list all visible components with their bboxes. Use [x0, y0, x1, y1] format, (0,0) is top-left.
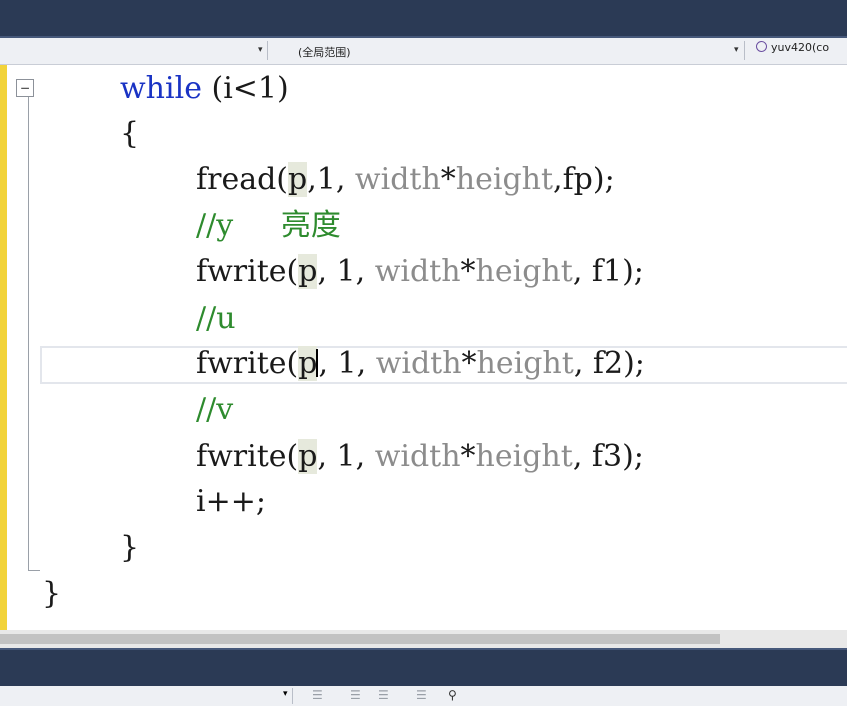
code-token: height — [475, 254, 573, 289]
code-token: fwrite( — [196, 439, 299, 474]
dropdown-arrow-icon: ▾ — [258, 45, 263, 55]
toolbar-button-icon[interactable]: ☰ — [378, 688, 389, 702]
code-token: * — [460, 439, 476, 474]
word-wrap-icon[interactable]: ⚲ — [448, 688, 457, 702]
output-source-dropdown[interactable]: ▾ — [0, 688, 293, 704]
code-token: fwrite( — [196, 254, 299, 289]
code-line[interactable]: { — [120, 114, 139, 154]
code-line[interactable]: fwrite(p, 1, width*height, f1); — [196, 252, 644, 292]
code-line[interactable]: i++; — [196, 482, 266, 522]
code-token: //y 亮度 — [196, 208, 341, 243]
code-token: height — [475, 439, 573, 474]
code-line[interactable]: //y 亮度 — [196, 206, 341, 246]
collapse-minus-icon[interactable]: − — [16, 79, 34, 97]
code-token: ,1, — [307, 162, 355, 197]
scope-dropdown-value: (全局范围) — [298, 46, 351, 59]
member-dropdown[interactable]: yuv420(co — [752, 41, 847, 60]
code-token: width — [354, 162, 441, 197]
code-token: p — [298, 254, 318, 289]
code-token: } — [42, 576, 62, 611]
member-dropdown-value: yuv420(co — [771, 41, 830, 54]
code-token: , f3); — [572, 439, 644, 474]
dropdown-arrow-icon: ▾ — [283, 689, 288, 699]
toolbar-button-icon[interactable]: ☰ — [350, 688, 361, 702]
code-line[interactable]: //u — [196, 299, 236, 339]
title-bar — [0, 0, 847, 38]
code-line[interactable]: fread(p,1, width*height,fp); — [196, 160, 615, 200]
code-token: * — [460, 254, 476, 289]
code-token: i++; — [196, 484, 266, 519]
code-token: height — [476, 346, 574, 381]
code-token: width — [374, 439, 461, 474]
code-editor[interactable]: − while (i<1){fread(p,1, width*height,fp… — [0, 65, 847, 630]
scope-dropdown[interactable]: (全局范围) ▾ — [274, 41, 745, 60]
code-line[interactable]: while (i<1) — [120, 69, 289, 109]
dropdown-arrow-icon: ▾ — [734, 45, 739, 55]
code-token: , 1, — [317, 439, 375, 474]
outline-line — [28, 97, 29, 570]
code-token: , f1); — [572, 254, 644, 289]
code-token: } — [120, 530, 140, 565]
method-circle-icon — [756, 41, 767, 52]
code-token: (i<1) — [201, 71, 289, 106]
toolbar-button-icon[interactable]: ☰ — [416, 688, 427, 702]
outline-end-tick — [28, 570, 40, 571]
code-line[interactable]: fwrite(p, 1, width*height, f3); — [196, 437, 644, 477]
code-token: , 1, — [318, 346, 376, 381]
code-token: p — [298, 346, 318, 381]
code-token: * — [440, 162, 456, 197]
code-token: while — [120, 71, 202, 106]
type-dropdown[interactable]: ▾ — [0, 41, 268, 60]
navigation-bar: ▾ (全局范围) ▾ yuv420(co — [0, 38, 847, 65]
code-line[interactable]: //v — [196, 390, 233, 430]
code-token: //v — [196, 392, 234, 427]
code-token: , 1, — [317, 254, 375, 289]
change-tracking-bar — [0, 65, 7, 630]
code-token: p — [298, 439, 318, 474]
output-panel-header — [0, 648, 847, 686]
code-token: //u — [196, 301, 236, 336]
toolbar-button-icon[interactable]: ☰ — [312, 688, 323, 702]
code-line[interactable]: fwrite(p, 1, width*height, f2); — [196, 344, 645, 384]
horizontal-scrollbar[interactable] — [0, 630, 847, 648]
code-token: fwrite( — [196, 346, 299, 381]
output-toolbar: ▾ ☰ ☰ ☰ ☰ ⚲ — [0, 686, 847, 706]
code-token: width — [375, 346, 462, 381]
code-token: fread( — [196, 162, 288, 197]
code-token: { — [120, 116, 140, 151]
code-token: , f2); — [573, 346, 645, 381]
code-token: p — [288, 162, 308, 197]
scrollbar-thumb[interactable] — [0, 634, 720, 644]
code-token: width — [374, 254, 461, 289]
code-token: height — [455, 162, 554, 197]
code-line[interactable]: } — [42, 574, 61, 614]
code-token: * — [461, 346, 477, 381]
code-token: ,fp); — [553, 162, 615, 197]
code-line[interactable]: } — [120, 528, 139, 568]
